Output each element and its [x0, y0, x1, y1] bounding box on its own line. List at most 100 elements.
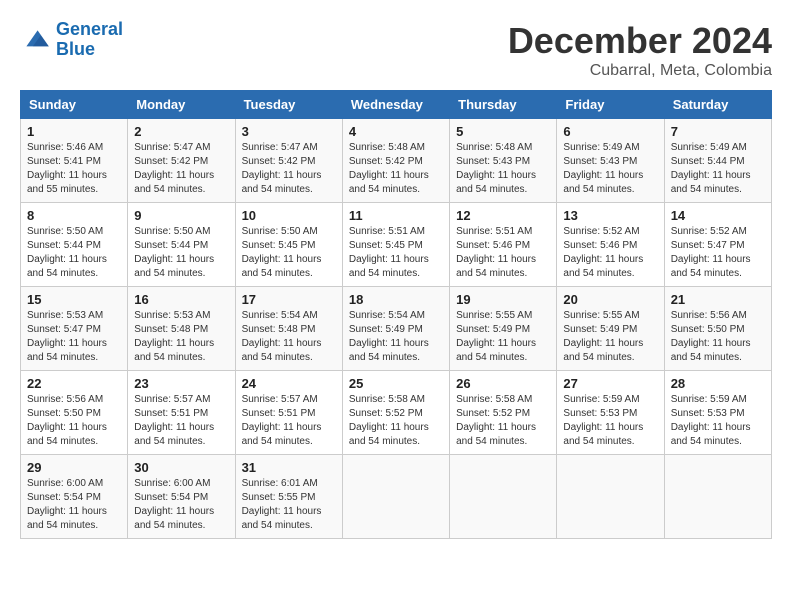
calendar-cell: 1 Sunrise: 5:46 AMSunset: 5:41 PMDaylight… — [21, 119, 128, 203]
day-number: 28 — [671, 376, 765, 391]
day-number: 26 — [456, 376, 550, 391]
day-number: 18 — [349, 292, 443, 307]
header-wednesday: Wednesday — [342, 91, 449, 119]
calendar-cell — [450, 455, 557, 539]
day-detail: Sunrise: 5:58 AMSunset: 5:52 PMDaylight:… — [456, 393, 550, 449]
calendar-cell: 11Sunrise: 5:51 AMSunset: 5:45 PMDayligh… — [342, 203, 449, 287]
day-detail: Sunrise: 5:51 AMSunset: 5:46 PMDaylight:… — [456, 225, 550, 281]
calendar-cell: 6 Sunrise: 5:49 AMSunset: 5:43 PMDaylight… — [557, 119, 664, 203]
day-detail: Sunrise: 6:01 AMSunset: 5:55 PMDaylight:… — [242, 477, 336, 533]
calendar-cell — [557, 455, 664, 539]
calendar-cell: 5Sunrise: 5:48 AMSunset: 5:43 PMDaylight… — [450, 119, 557, 203]
calendar-cell: 24 Sunrise: 5:57 AMSunset: 5:51 PMDayligh… — [235, 371, 342, 455]
month-title: December 2024 — [508, 20, 772, 62]
day-number: 10 — [242, 208, 336, 223]
calendar-week-row: 8 Sunrise: 5:50 AMSunset: 5:44 PMDaylight… — [21, 203, 772, 287]
day-detail: Sunrise: 5:50 AMSunset: 5:44 PMDaylight:… — [134, 225, 228, 281]
day-number: 20 — [563, 292, 657, 307]
day-detail: Sunrise: 5:51 AMSunset: 5:45 PMDaylight:… — [349, 225, 443, 281]
calendar-cell — [342, 455, 449, 539]
day-number: 6 — [563, 124, 657, 139]
calendar-cell: 2 Sunrise: 5:47 AMSunset: 5:42 PMDaylight… — [128, 119, 235, 203]
day-number: 27 — [563, 376, 657, 391]
day-number: 21 — [671, 292, 765, 307]
day-detail: Sunrise: 5:55 AMSunset: 5:49 PMDaylight:… — [563, 309, 657, 365]
calendar-cell: 18 Sunrise: 5:54 AMSunset: 5:49 PMDayligh… — [342, 287, 449, 371]
day-detail: Sunrise: 5:56 AMSunset: 5:50 PMDaylight:… — [27, 393, 121, 449]
header-friday: Friday — [557, 91, 664, 119]
calendar-cell: 30Sunrise: 6:00 AMSunset: 5:54 PMDayligh… — [128, 455, 235, 539]
day-detail: Sunrise: 5:55 AMSunset: 5:49 PMDaylight:… — [456, 309, 550, 365]
calendar-cell: 22 Sunrise: 5:56 AMSunset: 5:50 PMDayligh… — [21, 371, 128, 455]
day-number: 22 — [27, 376, 121, 391]
calendar-cell: 21 Sunrise: 5:56 AMSunset: 5:50 PMDayligh… — [664, 287, 771, 371]
calendar-cell: 8 Sunrise: 5:50 AMSunset: 5:44 PMDaylight… — [21, 203, 128, 287]
day-detail: Sunrise: 5:59 AMSunset: 5:53 PMDaylight:… — [671, 393, 765, 449]
day-number: 12 — [456, 208, 550, 223]
header: General Blue December 2024 Cubarral, Met… — [20, 20, 772, 80]
title-area: December 2024 Cubarral, Meta, Colombia — [508, 20, 772, 80]
header-sunday: Sunday — [21, 91, 128, 119]
calendar-week-row: 15Sunrise: 5:53 AMSunset: 5:47 PMDayligh… — [21, 287, 772, 371]
calendar-cell: 25Sunrise: 5:58 AMSunset: 5:52 PMDayligh… — [342, 371, 449, 455]
day-detail: Sunrise: 5:50 AMSunset: 5:44 PMDaylight:… — [27, 225, 121, 281]
calendar-cell: 7Sunrise: 5:49 AMSunset: 5:44 PMDaylight… — [664, 119, 771, 203]
day-number: 29 — [27, 460, 121, 475]
day-detail: Sunrise: 5:50 AMSunset: 5:45 PMDaylight:… — [242, 225, 336, 281]
header-tuesday: Tuesday — [235, 91, 342, 119]
day-detail: Sunrise: 5:47 AMSunset: 5:42 PMDaylight:… — [134, 141, 228, 197]
day-number: 14 — [671, 208, 765, 223]
calendar-cell: 15Sunrise: 5:53 AMSunset: 5:47 PMDayligh… — [21, 287, 128, 371]
day-number: 13 — [563, 208, 657, 223]
calendar-cell: 26 Sunrise: 5:58 AMSunset: 5:52 PMDayligh… — [450, 371, 557, 455]
day-number: 24 — [242, 376, 336, 391]
calendar-cell: 16Sunrise: 5:53 AMSunset: 5:48 PMDayligh… — [128, 287, 235, 371]
day-detail: Sunrise: 5:57 AMSunset: 5:51 PMDaylight:… — [134, 393, 228, 449]
day-detail: Sunrise: 5:49 AMSunset: 5:43 PMDaylight:… — [563, 141, 657, 197]
day-number: 31 — [242, 460, 336, 475]
calendar-cell: 14 Sunrise: 5:52 AMSunset: 5:47 PMDayligh… — [664, 203, 771, 287]
day-detail: Sunrise: 5:47 AMSunset: 5:42 PMDaylight:… — [242, 141, 336, 197]
day-detail: Sunrise: 5:54 AMSunset: 5:48 PMDaylight:… — [242, 309, 336, 365]
day-detail: Sunrise: 5:48 AMSunset: 5:42 PMDaylight:… — [349, 141, 443, 197]
header-monday: Monday — [128, 91, 235, 119]
day-detail: Sunrise: 5:49 AMSunset: 5:44 PMDaylight:… — [671, 141, 765, 197]
calendar-table: SundayMondayTuesdayWednesdayThursdayFrid… — [20, 90, 772, 539]
header-saturday: Saturday — [664, 91, 771, 119]
day-number: 17 — [242, 292, 336, 307]
day-detail: Sunrise: 5:52 AMSunset: 5:46 PMDaylight:… — [563, 225, 657, 281]
calendar-cell: 12 Sunrise: 5:51 AMSunset: 5:46 PMDayligh… — [450, 203, 557, 287]
day-number: 5 — [456, 124, 550, 139]
logo-text: General Blue — [56, 20, 123, 60]
calendar-cell: 10 Sunrise: 5:50 AMSunset: 5:45 PMDayligh… — [235, 203, 342, 287]
logo: General Blue — [20, 20, 123, 60]
day-detail: Sunrise: 6:00 AMSunset: 5:54 PMDaylight:… — [134, 477, 228, 533]
calendar-week-row: 1 Sunrise: 5:46 AMSunset: 5:41 PMDaylight… — [21, 119, 772, 203]
calendar-cell: 28 Sunrise: 5:59 AMSunset: 5:53 PMDayligh… — [664, 371, 771, 455]
day-detail: Sunrise: 5:46 AMSunset: 5:41 PMDaylight:… — [27, 141, 121, 197]
day-detail: Sunrise: 5:57 AMSunset: 5:51 PMDaylight:… — [242, 393, 336, 449]
calendar-cell: 4Sunrise: 5:48 AMSunset: 5:42 PMDaylight… — [342, 119, 449, 203]
calendar-cell: 19 Sunrise: 5:55 AMSunset: 5:49 PMDayligh… — [450, 287, 557, 371]
day-number: 1 — [27, 124, 121, 139]
calendar-cell — [664, 455, 771, 539]
day-number: 2 — [134, 124, 228, 139]
calendar-cell: 23Sunrise: 5:57 AMSunset: 5:51 PMDayligh… — [128, 371, 235, 455]
day-detail: Sunrise: 5:56 AMSunset: 5:50 PMDaylight:… — [671, 309, 765, 365]
day-number: 16 — [134, 292, 228, 307]
day-detail: Sunrise: 5:58 AMSunset: 5:52 PMDaylight:… — [349, 393, 443, 449]
day-detail: Sunrise: 5:59 AMSunset: 5:53 PMDaylight:… — [563, 393, 657, 449]
day-number: 19 — [456, 292, 550, 307]
calendar-cell: 27 Sunrise: 5:59 AMSunset: 5:53 PMDayligh… — [557, 371, 664, 455]
day-number: 3 — [242, 124, 336, 139]
header-thursday: Thursday — [450, 91, 557, 119]
day-detail: Sunrise: 5:52 AMSunset: 5:47 PMDaylight:… — [671, 225, 765, 281]
calendar-week-row: 29 Sunrise: 6:00 AMSunset: 5:54 PMDayligh… — [21, 455, 772, 539]
calendar-week-row: 22 Sunrise: 5:56 AMSunset: 5:50 PMDayligh… — [21, 371, 772, 455]
day-number: 15 — [27, 292, 121, 307]
calendar-cell: 17 Sunrise: 5:54 AMSunset: 5:48 PMDayligh… — [235, 287, 342, 371]
subtitle: Cubarral, Meta, Colombia — [508, 62, 772, 80]
day-number: 8 — [27, 208, 121, 223]
day-detail: Sunrise: 5:54 AMSunset: 5:49 PMDaylight:… — [349, 309, 443, 365]
calendar-cell: 20 Sunrise: 5:55 AMSunset: 5:49 PMDayligh… — [557, 287, 664, 371]
